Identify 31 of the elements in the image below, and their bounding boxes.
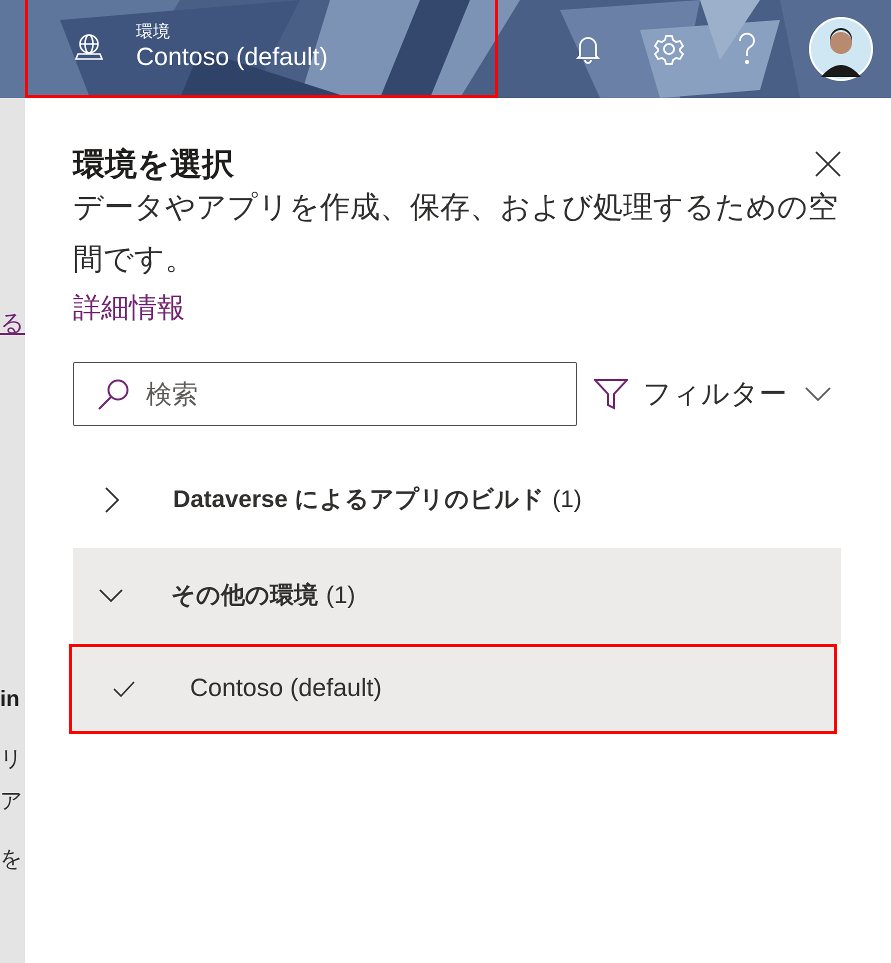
environment-name: Contoso (default) xyxy=(136,42,328,73)
body-text: リ xyxy=(0,748,23,770)
avatar[interactable] xyxy=(809,17,873,81)
panel-title: 環境を選択 xyxy=(73,145,234,184)
body-text: ア xyxy=(0,790,23,812)
link-text[interactable]: る xyxy=(0,312,25,336)
search-icon xyxy=(97,378,131,410)
panel-description: データやアプリを作成、保存、および処理するための空間です。 xyxy=(73,190,839,278)
heading-text: in xyxy=(0,688,20,710)
help-icon[interactable] xyxy=(737,32,757,66)
chevron-down-icon xyxy=(805,387,831,401)
group-count: (1) xyxy=(552,485,582,515)
environment-item[interactable]: Contoso (default) xyxy=(69,644,837,734)
environment-label: 環境 xyxy=(136,20,171,42)
group-header[interactable]: その他の環境 (1) xyxy=(73,548,841,644)
chevron-right-icon xyxy=(105,487,119,513)
group-label: Dataverse によるアプリのビルド xyxy=(173,485,544,515)
check-icon xyxy=(113,681,135,697)
filter-icon xyxy=(594,378,628,410)
group-count: (1) xyxy=(326,581,356,611)
chevron-down-icon xyxy=(99,589,123,603)
filter-button[interactable]: フィルター xyxy=(594,364,831,424)
globe-icon xyxy=(72,32,106,62)
search-field[interactable]: 検索 xyxy=(73,362,577,426)
item-label: Contoso (default) xyxy=(190,673,382,704)
group-label: その他の環境 xyxy=(171,581,318,611)
body-text: を xyxy=(0,848,23,870)
settings-icon[interactable] xyxy=(653,33,685,65)
close-button[interactable] xyxy=(813,149,843,179)
learn-more-link[interactable]: 詳細情報 xyxy=(73,286,185,330)
bell-icon[interactable] xyxy=(575,34,601,64)
